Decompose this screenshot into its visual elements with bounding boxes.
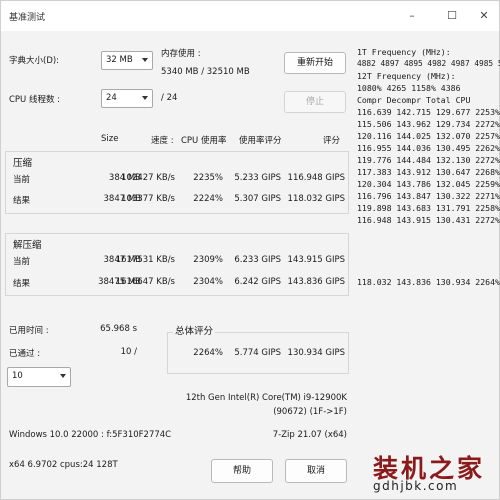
freq-12t-label: 12T Frequency (MHz):	[357, 71, 456, 81]
app-version: 7-Zip 21.07 (x64)	[272, 430, 347, 440]
chevron-down-icon	[142, 96, 148, 100]
restart-button[interactable]: 重新开始	[284, 52, 346, 74]
chevron-down-icon	[60, 374, 66, 378]
freq-1t-values: 4882 4897 4895 4982 4987 4985 5008	[357, 59, 500, 68]
decompress-current-speed: 1617531 KB/s	[115, 255, 175, 265]
compress-current-rating: 116.948 GIPS	[287, 173, 345, 183]
col-speed: 速度 :	[151, 136, 174, 146]
title-bar: 基准测试 – ☐ ✕	[1, 1, 499, 31]
col-size: Size	[101, 134, 119, 144]
log-row: 115.506 143.962 129.734 2272%	[357, 119, 500, 129]
dict-size-select[interactable]: 32 MB	[101, 51, 153, 70]
elapsed-time-value: 65.968 s	[100, 324, 137, 334]
cpu-id: (90672) (1F->1F)	[273, 407, 347, 417]
chevron-down-icon	[142, 58, 148, 62]
compress-current-rpu: 5.233 GIPS	[234, 173, 281, 183]
passes-label: 已通过 :	[9, 349, 41, 359]
compress-result-usage: 2224%	[193, 194, 223, 204]
close-icon[interactable]: ✕	[473, 7, 495, 25]
cpu-threads-total: / 24	[161, 93, 178, 103]
decompress-current-label: 当前	[13, 257, 31, 267]
log-header: Compr Decompr Total CPU	[357, 95, 471, 105]
compress-result-speed: 103377 KB/s	[121, 194, 175, 204]
os-info: Windows 10.0 22000 : f:5F310F2774C	[9, 430, 172, 440]
elapsed-time-label: 已用时间 :	[9, 326, 49, 336]
decompress-result-speed: 1616647 KB/s	[115, 277, 175, 287]
freq-1t-label: 1T Frequency (MHz):	[357, 47, 451, 57]
decompress-title: 解压缩	[13, 240, 42, 251]
dict-size-label: 字典大小(D):	[9, 56, 60, 66]
cpu-threads-value: 24	[106, 93, 117, 103]
decompress-result-rpu: 6.242 GIPS	[234, 277, 281, 287]
cancel-button[interactable]: 取消	[285, 459, 347, 483]
benchmark-window: 基准测试 – ☐ ✕ 字典大小(D): 32 MB 内存使用 : 5340 MB…	[0, 0, 500, 500]
log-row: 119.776 144.484 132.130 2272%	[357, 155, 500, 165]
compress-result-rating: 118.032 GIPS	[287, 194, 345, 204]
total-rating: 130.934 GIPS	[287, 348, 345, 358]
passes-select-value: 10	[12, 371, 23, 381]
dict-size-value: 32 MB	[106, 55, 133, 65]
compress-result-rpu: 5.307 GIPS	[234, 194, 281, 204]
stop-button[interactable]: 停止	[284, 91, 346, 113]
decompress-result-label: 结果	[13, 279, 31, 289]
cpu-threads-label: CPU 线程数 :	[9, 95, 61, 105]
decompress-current-usage: 2309%	[193, 255, 223, 265]
freq-12t-values: 1080% 4265 1158% 4386	[357, 83, 461, 93]
memory-usage-value: 5340 MB / 32510 MB	[161, 67, 250, 77]
compress-current-usage: 2235%	[193, 173, 223, 183]
compress-title: 压缩	[13, 158, 33, 169]
passes-select[interactable]: 10	[7, 367, 71, 387]
compress-result-label: 结果	[13, 196, 31, 206]
log-row: 116.639 142.715 129.677 2253%	[357, 107, 500, 117]
passes-value: 10 /	[120, 347, 137, 357]
watermark-url: gdhjbk.com	[373, 479, 459, 493]
log-row: 116.948 143.915 130.431 2272%	[357, 215, 500, 225]
col-cpu-usage: CPU 使用率	[181, 136, 227, 146]
maximize-icon[interactable]: ☐	[441, 7, 463, 25]
col-rating: 评分	[323, 136, 341, 146]
memory-usage-label: 内存使用 :	[161, 49, 201, 59]
log-row: 119.898 143.683 131.791 2258%	[357, 203, 500, 213]
decompress-result-rating: 143.836 GIPS	[287, 277, 345, 287]
total-rpu: 5.774 GIPS	[234, 348, 281, 358]
compress-current-label: 当前	[13, 175, 31, 185]
arch-info: x64 6.9702 cpus:24 128T	[9, 460, 118, 470]
minimize-icon[interactable]: –	[401, 7, 423, 25]
cpu-name: 12th Gen Intel(R) Core(TM) i9-12900K	[185, 393, 347, 403]
help-button[interactable]: 帮助	[211, 459, 273, 483]
log-row: 116.796 143.847 130.322 2271%	[357, 191, 500, 201]
log-summary: 118.032 143.836 130.934 2264%	[357, 277, 500, 287]
total-usage: 2264%	[193, 348, 223, 358]
decompress-current-rating: 143.915 GIPS	[287, 255, 345, 265]
window-title: 基准测试	[9, 13, 46, 23]
log-row: 120.304 143.786 132.045 2259%	[357, 179, 500, 189]
log-row: 117.383 143.912 130.647 2268%	[357, 167, 500, 177]
decompress-current-rpu: 6.233 GIPS	[234, 255, 281, 265]
compress-current-speed: 102427 KB/s	[121, 173, 175, 183]
total-rating-title: 总体评分	[173, 323, 216, 337]
log-row: 120.116 144.025 132.070 2257%	[357, 131, 500, 141]
cpu-threads-select[interactable]: 24	[101, 89, 153, 108]
col-rating-per-usage: 使用率评分	[239, 136, 282, 146]
decompress-result-usage: 2304%	[193, 277, 223, 287]
log-row: 116.955 144.036 130.495 2262%	[357, 143, 500, 153]
